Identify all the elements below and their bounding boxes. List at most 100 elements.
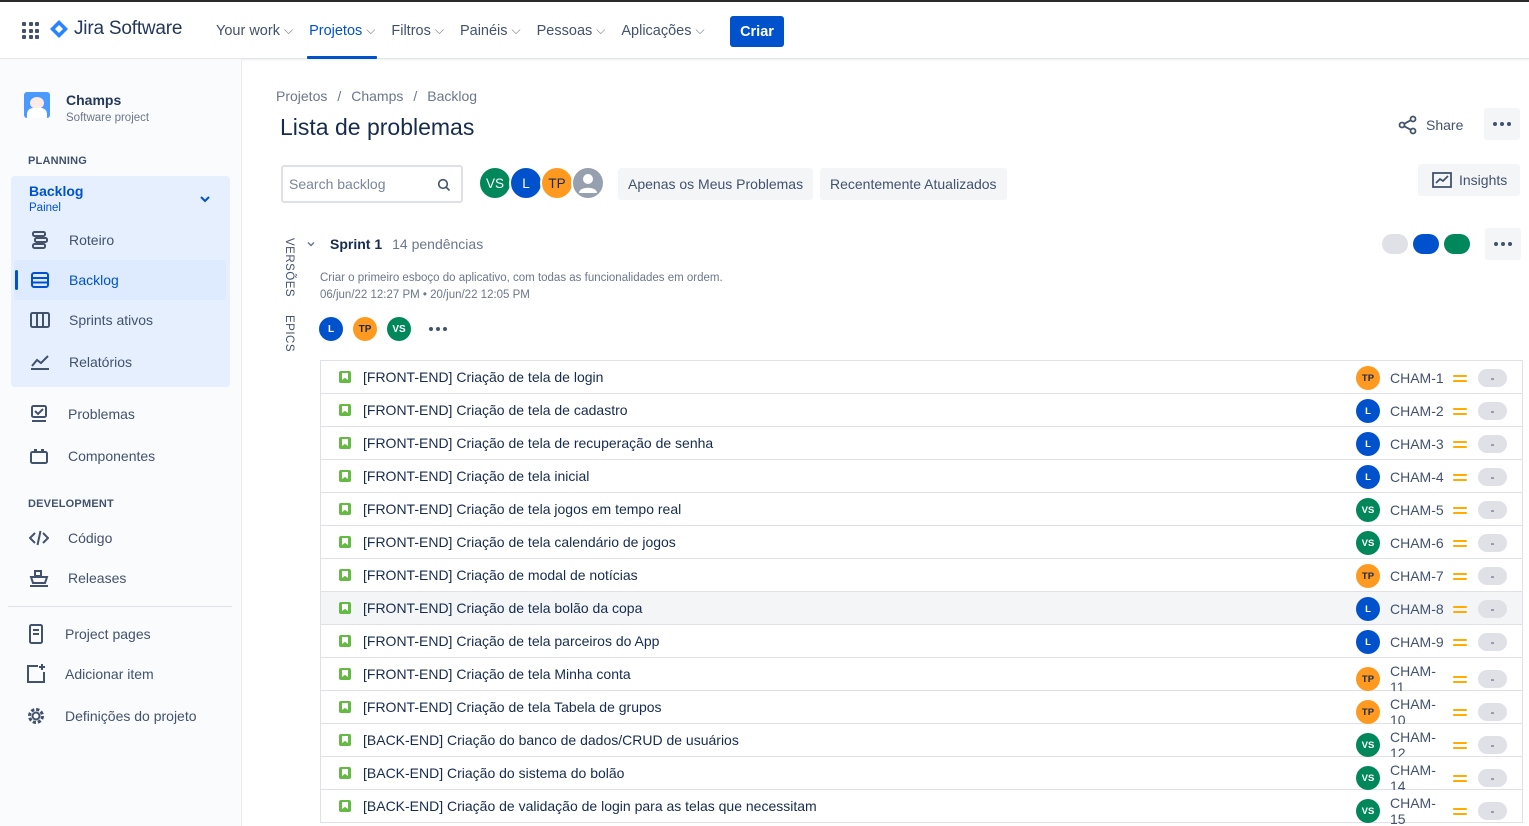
- story-points-estimate[interactable]: -: [1478, 534, 1507, 552]
- issue-assignee-avatar[interactable]: L: [1356, 432, 1380, 456]
- sidebar-item-project-pages[interactable]: Project pages: [10, 614, 222, 654]
- avatar-filter-unassigned[interactable]: [571, 166, 605, 200]
- issue-assignee-avatar[interactable]: TP: [1356, 366, 1380, 390]
- issue-assignee-avatar[interactable]: VS: [1356, 766, 1380, 790]
- search-input[interactable]: Search backlog: [281, 165, 463, 203]
- issue-row[interactable]: [FRONT-END] Criação de tela de recuperaç…: [321, 427, 1522, 460]
- issue-row[interactable]: [BACK-END] Criação do banco de dados/CRU…: [321, 724, 1522, 761]
- sidebar-item-adicionar-item[interactable]: Adicionar item: [10, 654, 222, 694]
- issue-assignee-avatar[interactable]: VS: [1356, 498, 1380, 522]
- story-points-estimate[interactable]: -: [1478, 468, 1507, 486]
- issue-row[interactable]: [BACK-END] Criação do sistema do bolão VS…: [321, 757, 1522, 794]
- issue-assignee-avatar[interactable]: TP: [1356, 667, 1380, 691]
- story-points-estimate[interactable]: -: [1478, 501, 1507, 519]
- issue-assignee-avatar[interactable]: VS: [1356, 531, 1380, 555]
- story-points-estimate[interactable]: -: [1478, 736, 1507, 754]
- issue-key[interactable]: CHAM-2: [1390, 403, 1446, 419]
- story-bookmark-icon: [339, 767, 351, 779]
- page-more-button[interactable]: [1484, 108, 1520, 140]
- nav-item-your-work[interactable]: Your work ⌵: [208, 2, 301, 59]
- issue-assignee-avatar[interactable]: L: [1356, 630, 1380, 654]
- nav-item-filtros[interactable]: Filtros ⌵: [383, 2, 452, 59]
- filter-recently-updated-button[interactable]: Recentemente Atualizados: [820, 168, 1007, 200]
- project-header[interactable]: Champs Software project: [24, 92, 149, 124]
- sidebar-item-releases[interactable]: Releases: [13, 558, 225, 598]
- issue-row[interactable]: [FRONT-END] Criação de tela parceiros do…: [321, 625, 1522, 658]
- issue-row[interactable]: [FRONT-END] Criação de tela bolão da cop…: [321, 592, 1522, 625]
- story-points-estimate[interactable]: -: [1478, 600, 1507, 618]
- issue-key[interactable]: CHAM-6: [1390, 535, 1446, 551]
- epics-panel-tab[interactable]: EPICS: [283, 315, 295, 352]
- issue-assignee-avatar[interactable]: TP: [1356, 700, 1380, 724]
- avatar-filter-tp[interactable]: TP: [540, 166, 574, 200]
- nav-item-painéis[interactable]: Painéis ⌵: [452, 2, 529, 59]
- sprint-avatar[interactable]: TP: [353, 317, 377, 341]
- board-subtitle: Painel: [29, 202, 61, 214]
- issue-row[interactable]: [FRONT-END] Criação de tela inicial L CHAM…: [321, 460, 1522, 493]
- jira-logo[interactable]: Jira Software: [50, 18, 182, 40]
- story-points-estimate[interactable]: -: [1478, 369, 1507, 387]
- avatar-filter-l[interactable]: L: [509, 166, 543, 200]
- sprint-avatar[interactable]: L: [319, 317, 343, 341]
- app-switcher-icon[interactable]: [22, 22, 39, 39]
- nav-item-pessoas[interactable]: Pessoas ⌵: [529, 2, 614, 59]
- issue-row[interactable]: [FRONT-END] Criação de tela Minha conta T…: [321, 658, 1522, 695]
- sidebar-item-backlog[interactable]: Backlog: [14, 260, 226, 300]
- issue-assignee-avatar[interactable]: VS: [1356, 733, 1380, 757]
- filter-my-issues-button[interactable]: Apenas os Meus Problemas: [618, 168, 814, 200]
- more-dots-icon[interactable]: [429, 327, 447, 331]
- story-points-estimate[interactable]: -: [1478, 567, 1507, 585]
- story-points-estimate[interactable]: -: [1478, 402, 1507, 420]
- board-switcher[interactable]: Backlog Painel: [29, 183, 83, 214]
- issue-key[interactable]: CHAM-7: [1390, 568, 1446, 584]
- issue-key[interactable]: CHAM-3: [1390, 436, 1446, 452]
- issue-assignee-avatar[interactable]: L: [1356, 399, 1380, 423]
- breadcrumb-champs[interactable]: Champs: [351, 88, 403, 104]
- issue-assignee-avatar[interactable]: L: [1356, 465, 1380, 489]
- avatar-filter-vs[interactable]: VS: [478, 166, 512, 200]
- sprint-header[interactable]: Sprint 1 14 pendências: [306, 236, 483, 252]
- nav-item-aplicações[interactable]: Aplicações ⌵: [613, 2, 712, 59]
- issue-key[interactable]: CHAM-1: [1390, 370, 1446, 386]
- issue-row[interactable]: [FRONT-END] Criação de tela de cadastro L…: [321, 394, 1522, 427]
- issue-row[interactable]: [FRONT-END] Criação de tela de login TP CH…: [321, 361, 1522, 394]
- create-button[interactable]: Criar: [730, 16, 784, 47]
- issue-key[interactable]: CHAM-8: [1390, 601, 1446, 617]
- story-points-estimate[interactable]: -: [1478, 670, 1507, 688]
- story-points-estimate[interactable]: -: [1478, 435, 1507, 453]
- issue-key[interactable]: CHAM-5: [1390, 502, 1446, 518]
- issue-key[interactable]: CHAM-9: [1390, 634, 1446, 650]
- issue-row[interactable]: [FRONT-END] Criação de modal de notícias…: [321, 559, 1522, 592]
- issue-assignee-avatar[interactable]: VS: [1356, 799, 1380, 823]
- issue-row[interactable]: [FRONT-END] Criação de tela calendário d…: [321, 526, 1522, 559]
- issue-key[interactable]: CHAM-15: [1390, 795, 1446, 826]
- sidebar-item-definicoes[interactable]: Definições do projeto: [10, 696, 222, 736]
- breadcrumb-backlog[interactable]: Backlog: [427, 88, 477, 104]
- share-button[interactable]: Share: [1398, 113, 1463, 137]
- sidebar-item-problemas[interactable]: Problemas: [13, 394, 225, 434]
- sidebar-item-relatorios[interactable]: Relatórios: [14, 342, 226, 382]
- issue-row[interactable]: [FRONT-END] Criação de tela Tabela de gr…: [321, 691, 1522, 728]
- sidebar-item-roteiro[interactable]: Roteiro: [14, 220, 226, 260]
- nav-item-projetos[interactable]: Projetos ⌵: [301, 2, 383, 59]
- issue-assignee-avatar[interactable]: TP: [1356, 564, 1380, 588]
- issue-row[interactable]: [BACK-END] Criação de validação de login…: [321, 790, 1522, 826]
- story-points-estimate[interactable]: -: [1478, 703, 1507, 721]
- issue-key[interactable]: CHAM-4: [1390, 469, 1446, 485]
- breadcrumb-projetos[interactable]: Projetos: [276, 88, 327, 104]
- priority-medium-icon: [1453, 741, 1467, 749]
- story-points-estimate[interactable]: -: [1478, 802, 1507, 820]
- story-points-estimate[interactable]: -: [1478, 633, 1507, 651]
- sidebar-item-sprints-ativos[interactable]: Sprints ativos: [14, 300, 226, 340]
- sprint-avatar[interactable]: VS: [387, 317, 411, 341]
- issue-assignee-avatar[interactable]: L: [1356, 597, 1380, 621]
- sidebar-item-codigo[interactable]: Código: [13, 518, 225, 558]
- story-points-estimate[interactable]: -: [1478, 769, 1507, 787]
- sprint-more-button[interactable]: [1485, 228, 1521, 260]
- insights-button[interactable]: Insights: [1418, 164, 1520, 196]
- chevron-down-icon[interactable]: [199, 193, 211, 205]
- sidebar-item-componentes[interactable]: Componentes: [13, 436, 225, 476]
- issue-row[interactable]: [FRONT-END] Criação de tela jogos em tem…: [321, 493, 1522, 526]
- sidebar-item-label: Problemas: [68, 406, 135, 422]
- versions-panel-tab[interactable]: VERSÕES: [283, 238, 295, 297]
